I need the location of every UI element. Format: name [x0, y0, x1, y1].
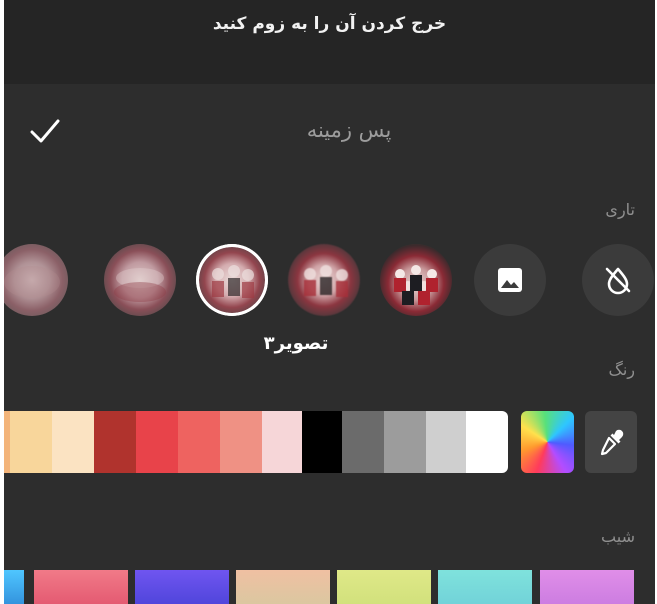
color-swatch[interactable]	[52, 411, 94, 473]
color-swatch[interactable]	[426, 411, 466, 473]
top-banner: خرج کردن آن را به زوم کنید	[4, 0, 655, 84]
gradient-section-label: شیب	[601, 527, 635, 546]
blur-option-image-4[interactable]	[104, 244, 176, 316]
blur-option-gallery[interactable]	[474, 244, 546, 316]
blur-option-none[interactable]	[582, 244, 654, 316]
color-swatch[interactable]	[384, 411, 426, 473]
color-swatch[interactable]	[220, 411, 262, 473]
color-swatch[interactable]	[466, 411, 508, 473]
color-swatch-row	[4, 411, 508, 473]
gradient-swatch[interactable]	[540, 570, 634, 604]
color-swatch[interactable]	[94, 411, 136, 473]
color-swatch[interactable]	[342, 411, 384, 473]
crowd-photo-thumbnail	[212, 265, 254, 298]
color-swatch[interactable]	[10, 411, 52, 473]
panel-title: پس زمینه	[306, 118, 392, 142]
confirm-button[interactable]	[26, 112, 64, 150]
eyedropper-button[interactable]	[585, 411, 637, 473]
crowd-photo-thumbnail	[304, 265, 348, 297]
no-blur-icon	[605, 267, 631, 295]
color-swatch[interactable]	[178, 411, 220, 473]
image-icon	[498, 268, 522, 292]
crowd-photo-thumbnail	[394, 265, 438, 305]
banner-text: خرج کردن آن را به زوم کنید	[212, 14, 447, 34]
color-picker-swatch[interactable]	[521, 411, 574, 473]
eyedropper-icon	[600, 429, 624, 456]
blur-section-label: تاری	[605, 200, 635, 219]
crowd-photo-thumbnail	[114, 268, 166, 302]
color-section-label: رنگ	[608, 360, 636, 379]
color-swatch[interactable]	[262, 411, 302, 473]
blur-option-image-2[interactable]	[288, 244, 360, 316]
gradient-swatch[interactable]	[4, 570, 24, 604]
color-swatch[interactable]	[302, 411, 342, 473]
blur-option-image-3[interactable]	[196, 244, 268, 316]
editor-screen: خرج کردن آن را به زوم کنید پس زمینه تاری	[4, 0, 655, 604]
selected-blur-caption: تصویر۳	[263, 333, 329, 354]
gradient-swatch[interactable]	[135, 570, 229, 604]
color-swatch[interactable]	[136, 411, 178, 473]
gradient-swatch[interactable]	[438, 570, 532, 604]
blur-option-image-1[interactable]	[380, 244, 452, 316]
gradient-swatch[interactable]	[337, 570, 431, 604]
gradient-swatch[interactable]	[236, 570, 330, 604]
gradient-row	[4, 570, 655, 604]
checkmark-icon	[30, 119, 60, 143]
gradient-swatch[interactable]	[34, 570, 128, 604]
